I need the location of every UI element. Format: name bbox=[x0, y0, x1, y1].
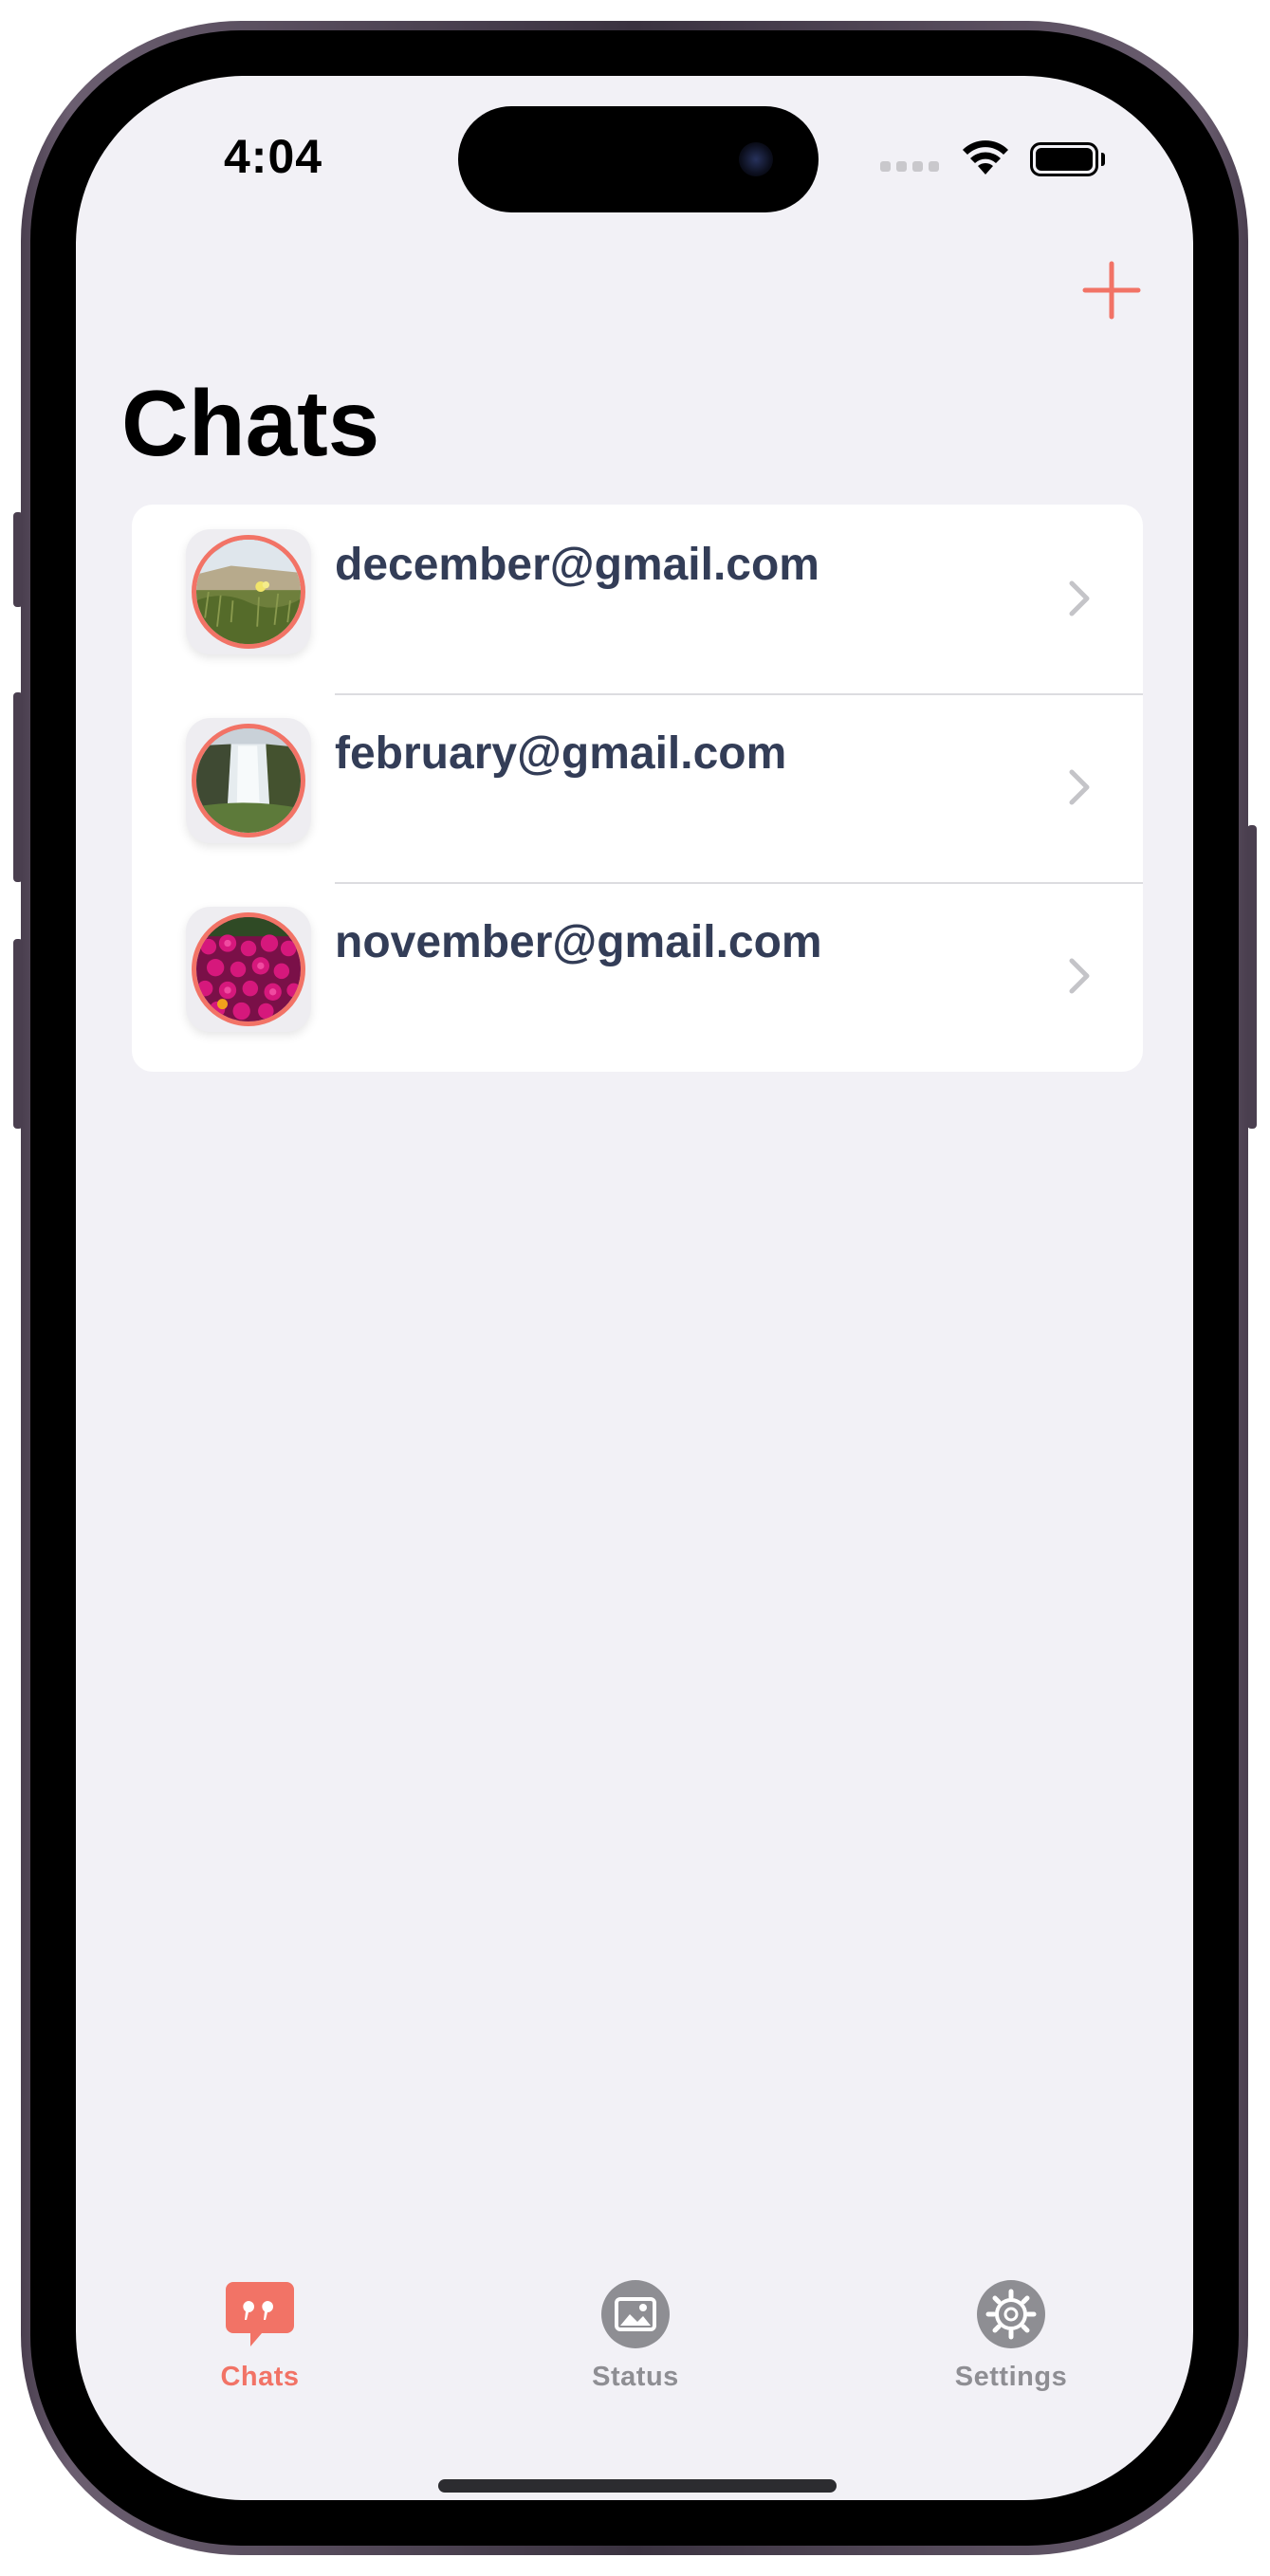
volume-up-button bbox=[13, 692, 23, 882]
chat-email: february@gmail.com bbox=[335, 728, 787, 779]
avatar-container bbox=[186, 718, 311, 843]
home-indicator[interactable] bbox=[438, 2479, 837, 2493]
page-title: Chats bbox=[121, 371, 380, 475]
avatar bbox=[192, 535, 305, 649]
dynamic-island bbox=[458, 106, 819, 212]
tab-status[interactable]: Status bbox=[541, 2276, 730, 2409]
grassland-photo bbox=[196, 540, 301, 644]
volume-down-button bbox=[13, 939, 23, 1129]
camera-icon bbox=[739, 142, 773, 176]
cellular-signal-icon bbox=[880, 161, 939, 172]
tab-settings[interactable]: Settings bbox=[916, 2276, 1106, 2409]
app-screen: 4:04 Chats december@gmail.com february@g… bbox=[76, 76, 1193, 2500]
avatar-container bbox=[186, 529, 311, 654]
avatar bbox=[192, 724, 305, 837]
chat-list: december@gmail.com february@gmail.com no… bbox=[132, 505, 1143, 1072]
chat-row-november[interactable]: november@gmail.com bbox=[132, 882, 1143, 1071]
tab-chats[interactable]: Chats bbox=[165, 2276, 355, 2409]
waterfall-photo bbox=[196, 728, 301, 833]
chat-row-december[interactable]: december@gmail.com bbox=[132, 505, 1143, 693]
add-chat-button[interactable] bbox=[1081, 260, 1142, 321]
action-button bbox=[13, 512, 23, 607]
power-button bbox=[1247, 825, 1257, 1129]
tab-label: Settings bbox=[954, 2362, 1068, 2392]
chevron-right-icon bbox=[1069, 769, 1090, 805]
status-bar: 4:04 bbox=[76, 76, 1193, 212]
chat-email: november@gmail.com bbox=[335, 917, 822, 967]
battery-icon bbox=[1030, 142, 1098, 176]
avatar-container bbox=[186, 907, 311, 1032]
pink-flowers-photo bbox=[196, 917, 301, 1021]
photo-icon bbox=[601, 2280, 670, 2348]
chat-row-february[interactable]: february@gmail.com bbox=[132, 693, 1143, 882]
status-time: 4:04 bbox=[224, 130, 323, 183]
gear-icon bbox=[977, 2280, 1045, 2348]
tab-label: Chats bbox=[220, 2362, 300, 2392]
chat-email: december@gmail.com bbox=[335, 540, 819, 590]
chevron-right-icon bbox=[1069, 580, 1090, 616]
avatar bbox=[192, 912, 305, 1026]
quote-bubble-icon bbox=[226, 2282, 294, 2346]
battery-tip bbox=[1101, 153, 1105, 166]
tab-bar: Chats Status Settings bbox=[76, 2276, 1193, 2428]
wifi-icon bbox=[963, 140, 1008, 175]
tab-label: Status bbox=[592, 2362, 679, 2392]
battery-fill bbox=[1036, 148, 1093, 171]
chevron-right-icon bbox=[1069, 958, 1090, 994]
